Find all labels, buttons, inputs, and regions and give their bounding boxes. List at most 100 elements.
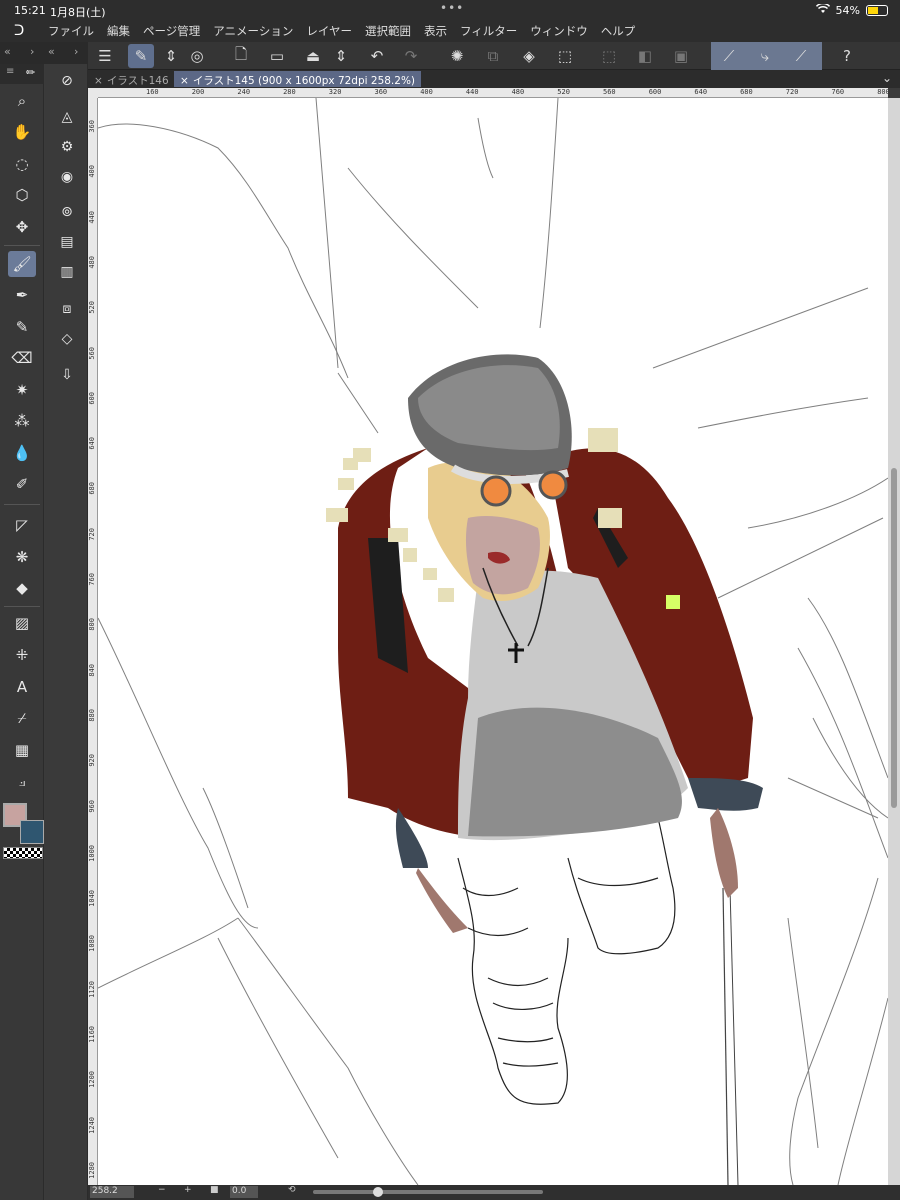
scroll-thumb[interactable] [891, 468, 897, 808]
menu-item[interactable]: ヘルプ [601, 23, 636, 39]
clip-logo-icon[interactable]: ᑐ [0, 23, 48, 39]
move-tool-icon[interactable]: ✥ [8, 214, 36, 240]
menu-item[interactable]: 編集 [107, 23, 130, 39]
lasso-tool-icon[interactable]: ◌ [8, 151, 36, 177]
blend-tool-icon[interactable]: 💧 [8, 440, 36, 466]
figure-tool-icon[interactable]: ◸ [8, 512, 36, 538]
layer-stack-icon[interactable]: ⧈ [53, 296, 81, 322]
cancel-icon[interactable]: ⊘ [53, 68, 81, 94]
ruler-tick-label: 880 [88, 708, 96, 722]
zoom-field[interactable]: 258.2 [90, 1186, 134, 1198]
slider-knob[interactable] [373, 1187, 383, 1197]
ruler-tick-label: 520 [557, 88, 570, 96]
menu-item[interactable]: 表示 [424, 23, 447, 39]
tab-illust-145[interactable]: × イラスト145 (900 x 1600px 72dpi 258.2%) [174, 71, 422, 87]
stabilizer-3-icon[interactable]: ⟋ [788, 44, 814, 68]
zoom-tool-icon[interactable]: ⌕ [8, 88, 36, 114]
timeline-icon[interactable]: ▥ [53, 259, 81, 285]
material-icon[interactable]: ▤ [53, 229, 81, 255]
menu-item[interactable]: アニメーション [213, 23, 293, 39]
deselect-icon[interactable]: ⬚ [596, 44, 622, 68]
eraser-tool-icon[interactable]: ⌫ [8, 345, 36, 371]
text-tool-icon[interactable]: A [8, 674, 36, 700]
undo-icon[interactable]: ↶ [364, 44, 390, 68]
layer-select-tool-icon[interactable]: ⬡ [8, 182, 36, 208]
collapse-left-icon-2[interactable]: « [48, 45, 55, 58]
ruler-tick-label: 1080 [88, 935, 96, 953]
quick-access-icon[interactable]: ✎ [128, 44, 154, 68]
ruler-tick-label: 240 [237, 88, 251, 96]
stabilizer-1-icon[interactable]: ⟋ [716, 44, 742, 68]
layers-icon[interactable]: ◇ [53, 326, 81, 352]
layer-icon[interactable]: ◎ [184, 44, 210, 68]
ruler-tick-label: 1040 [88, 890, 96, 907]
rotation-slider[interactable] [313, 1187, 543, 1197]
menu-item[interactable]: ウィンドウ [530, 23, 588, 39]
marker-tool-icon[interactable]: ✐ [8, 471, 36, 497]
hamburger-menu-icon[interactable]: ☰ [92, 44, 118, 68]
zoom-out-button[interactable]: − [158, 1185, 166, 1195]
ruler-tick-label: 1000 [88, 844, 96, 862]
navigator-icon[interactable]: ⊚ [53, 199, 81, 225]
layer-mask-icon[interactable]: ◉ [53, 164, 81, 190]
effect-line-tool-icon[interactable]: ⁜ [8, 642, 36, 668]
selection-border-icon[interactable]: ▣ [668, 44, 694, 68]
ruler-tick-label: 680 [88, 482, 96, 496]
vertical-scrollbar[interactable] [888, 98, 900, 1185]
balloon-tool-icon[interactable]: ⟓ [8, 768, 36, 794]
gradient-tool-icon[interactable]: ▨ [8, 610, 36, 636]
hand-tool-icon[interactable]: ✋ [8, 119, 36, 145]
ruler-tick-label: 360 [374, 88, 388, 96]
fit-button[interactable]: ■ [210, 1185, 219, 1195]
command-palette: ⊘ ◬ ⚙ ◉ ⊚ ▤ ▥ ⧈ ◇ ⇩ [45, 64, 88, 1200]
menu-item[interactable]: ファイル [48, 23, 94, 39]
tab-illust-146[interactable]: × イラスト146 [88, 71, 175, 87]
operation-tool-icon[interactable]: ⌿ [8, 705, 36, 731]
palette-menu-icon[interactable]: ≡ [6, 66, 14, 77]
open-folder-icon[interactable]: ▭ [264, 44, 290, 68]
fill-icon[interactable]: ◈ [516, 44, 542, 68]
horizontal-ruler: 160 200 240 280 320 360 400 440 480 520 560 600 640 6… [98, 88, 888, 98]
menu-item[interactable]: ページ管理 [143, 23, 200, 39]
pen-tab-icon[interactable]: ✏ [26, 66, 35, 79]
collapse-left-icon[interactable]: « [4, 45, 11, 58]
up-down-icon-2[interactable]: ⇕ [328, 44, 354, 68]
ruler-tick-label: 800 [88, 618, 96, 631]
multitask-dots-icon[interactable]: ••• [440, 1, 464, 15]
ruler-tick-label: 920 [88, 754, 96, 767]
decoration-tool-icon[interactable]: ❋ [8, 544, 36, 570]
new-file-icon[interactable]: 🗋 [228, 44, 254, 68]
ruler-tick-label: 400 [420, 88, 433, 96]
pen-tool-icon[interactable]: ✒ [8, 282, 36, 308]
fill-tool-icon[interactable]: ◆ [8, 575, 36, 601]
layer-property-icon[interactable]: ◬ [53, 104, 81, 130]
redo-icon[interactable]: ↷ [398, 44, 424, 68]
chevron-down-icon[interactable]: ⌄ [882, 71, 892, 85]
invert-selection-icon[interactable]: ◧ [632, 44, 658, 68]
drawing-canvas[interactable] [98, 98, 888, 1185]
menu-item[interactable]: 選択範囲 [365, 23, 411, 39]
frame-tool-icon[interactable]: ▦ [8, 737, 36, 763]
menu-item[interactable]: フィルター [460, 23, 517, 39]
layer-settings-icon[interactable]: ⚙ [53, 134, 81, 160]
expand-right-icon[interactable]: › [30, 45, 34, 58]
save-icon[interactable]: ⏏ [300, 44, 326, 68]
airbrush-tool-icon[interactable]: ⁂ [8, 408, 36, 434]
stabilizer-2-icon[interactable]: ⤷ [752, 44, 778, 68]
pencil-tool-icon[interactable]: ✎ [8, 314, 36, 340]
loading-icon[interactable]: ✺ [444, 44, 470, 68]
reset-rotation-button[interactable]: ⟲ [288, 1185, 296, 1195]
copy-icon[interactable]: ⧉ [480, 44, 506, 68]
menu-item[interactable]: レイヤー [306, 23, 352, 39]
zoom-in-button[interactable]: + [184, 1185, 192, 1195]
sub-color-swatch[interactable] [20, 820, 44, 844]
brush-tool-icon[interactable]: 🖌 [8, 251, 36, 277]
sparkle-tool-icon[interactable]: ✷ [8, 377, 36, 403]
transform-icon[interactable]: ⬚ [552, 44, 578, 68]
transparent-color-swatch[interactable] [3, 847, 43, 859]
rotation-field[interactable]: 0.0 [230, 1186, 258, 1198]
up-down-icon[interactable]: ⇕ [158, 44, 184, 68]
expand-right-icon-2[interactable]: › [74, 45, 78, 58]
import-icon[interactable]: ⇩ [53, 362, 81, 388]
help-icon[interactable]: ? [834, 44, 860, 68]
